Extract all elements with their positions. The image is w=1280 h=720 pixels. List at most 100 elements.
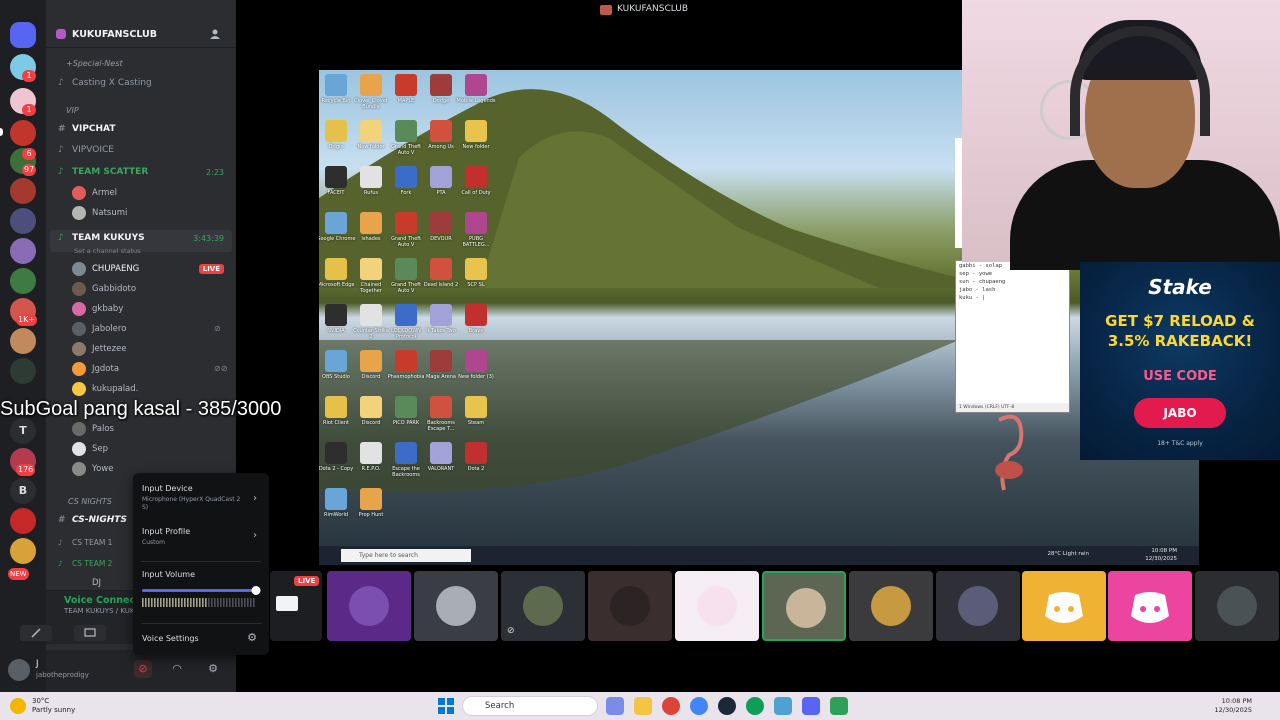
- desktop-app-icon[interactable]: [465, 258, 487, 280]
- participant-tile[interactable]: [849, 571, 933, 641]
- participant-tile[interactable]: [414, 571, 498, 641]
- desktop-app-icon[interactable]: [395, 212, 417, 234]
- desktop-app-icon[interactable]: [395, 304, 417, 326]
- participant-tile[interactable]: [1022, 571, 1106, 641]
- voice-user[interactable]: Armel: [92, 188, 117, 198]
- desktop-app-icon[interactable]: [325, 166, 347, 188]
- channel-team-kukuys[interactable]: ♪ TEAM KUKUYS: [58, 233, 145, 243]
- voice-settings-label[interactable]: Voice Settings: [142, 634, 199, 643]
- settings-gear-icon[interactable]: ⚙: [204, 660, 222, 678]
- chrome-icon[interactable]: [662, 697, 680, 715]
- desktop-app-icon[interactable]: [395, 74, 417, 96]
- desktop-app-icon[interactable]: [360, 488, 382, 510]
- desktop-app-icon[interactable]: [430, 212, 452, 234]
- desktop-app-icon[interactable]: [325, 212, 347, 234]
- desktop-app-icon[interactable]: [360, 74, 382, 96]
- desktop-app-icon[interactable]: [325, 396, 347, 418]
- channel-cs-nights[interactable]: # CS-NIGHTS: [58, 515, 127, 525]
- settings-gear-icon[interactable]: ⚙: [247, 631, 257, 644]
- participant-tile[interactable]: [327, 571, 411, 641]
- desktop-app-icon[interactable]: [325, 488, 347, 510]
- weather-widget[interactable]: 30°C Partly sunny: [32, 697, 75, 715]
- notepad-window[interactable]: gabbi - solap sep - yowe sun - chupaeng …: [955, 260, 1070, 413]
- server-icon[interactable]: [10, 238, 36, 264]
- shared-search-box[interactable]: Type here to search: [341, 549, 471, 562]
- user-display-name[interactable]: J: [36, 659, 39, 669]
- noise-suppression-button[interactable]: [20, 625, 52, 641]
- desktop-app-icon[interactable]: [465, 396, 487, 418]
- headset-button[interactable]: ◠: [168, 660, 186, 678]
- channel-team-scatter[interactable]: ♪ TEAM SCATTER: [58, 167, 148, 177]
- copilot-icon[interactable]: [606, 697, 624, 715]
- channel-vipvoice[interactable]: ♪ VIPVOICE: [58, 145, 114, 155]
- voice-user[interactable]: Jabolero: [92, 324, 126, 334]
- desktop-app-icon[interactable]: [465, 120, 487, 142]
- add-member-icon[interactable]: [210, 29, 222, 39]
- voice-user[interactable]: Palos: [92, 424, 114, 434]
- voice-user[interactable]: Jgdota: [92, 364, 119, 374]
- channel-cs-team2[interactable]: ♪ CS TEAM 2: [58, 559, 112, 568]
- desktop-app-icon[interactable]: [395, 166, 417, 188]
- steam-icon[interactable]: [718, 697, 736, 715]
- user-handle[interactable]: jabotheprodigy: [36, 671, 89, 679]
- desktop-app-icon[interactable]: [360, 258, 382, 280]
- notepad-icon[interactable]: [774, 697, 792, 715]
- voice-user[interactable]: Yowe: [92, 464, 113, 474]
- desktop-app-icon[interactable]: [325, 120, 347, 142]
- input-profile-label[interactable]: Input Profile: [142, 527, 190, 536]
- desktop-app-icon[interactable]: [360, 442, 382, 464]
- voice-user[interactable]: gkbaby: [92, 304, 123, 314]
- participant-tile[interactable]: [936, 571, 1020, 641]
- channel-casting[interactable]: ♪ Casting X Casting: [58, 78, 152, 88]
- server-header[interactable]: KUKUFANSCLUB: [46, 0, 236, 48]
- desktop-app-icon[interactable]: [360, 304, 382, 326]
- taskbar-clock[interactable]: 10:08 PM 12/30/2025: [1215, 697, 1252, 715]
- chevron-right-icon[interactable]: ›: [253, 530, 257, 541]
- desktop-app-icon[interactable]: [430, 74, 452, 96]
- server-icon[interactable]: [10, 328, 36, 354]
- desktop-app-icon[interactable]: [325, 350, 347, 372]
- desktop-app-icon[interactable]: [360, 120, 382, 142]
- desktop-app-icon[interactable]: [325, 442, 347, 464]
- participant-tile[interactable]: [1108, 571, 1192, 641]
- category-special-nest[interactable]: +Special-Nest: [66, 59, 123, 68]
- file-explorer-icon[interactable]: [634, 697, 652, 715]
- chrome-icon[interactable]: [746, 697, 764, 715]
- category-cs-nights[interactable]: CS NIGHTS: [68, 497, 112, 506]
- desktop-app-icon[interactable]: [360, 350, 382, 372]
- server-icon[interactable]: [10, 268, 36, 294]
- user-avatar[interactable]: [8, 659, 30, 681]
- desktop-app-icon[interactable]: [430, 442, 452, 464]
- participant-tile[interactable]: [762, 571, 846, 641]
- desktop-app-icon[interactable]: [465, 74, 487, 96]
- input-volume-slider[interactable]: [142, 584, 262, 610]
- voice-user[interactable]: CHUPAENG: [92, 264, 139, 274]
- participant-tile[interactable]: [1195, 571, 1279, 641]
- input-device-label[interactable]: Input Device: [142, 484, 193, 493]
- discord-home-icon[interactable]: [10, 22, 36, 48]
- desktop-app-icon[interactable]: [325, 258, 347, 280]
- desktop-app-icon[interactable]: [325, 74, 347, 96]
- desktop-app-icon[interactable]: [395, 396, 417, 418]
- server-icon[interactable]: [10, 120, 36, 146]
- desktop-app-icon[interactable]: [360, 396, 382, 418]
- server-icon[interactable]: [10, 508, 36, 534]
- server-icon[interactable]: [10, 208, 36, 234]
- desktop-app-icon[interactable]: [430, 120, 452, 142]
- chrome-icon[interactable]: [690, 697, 708, 715]
- desktop-app-icon[interactable]: [430, 304, 452, 326]
- desktop-app-icon[interactable]: [360, 166, 382, 188]
- desktop-app-icon[interactable]: [430, 258, 452, 280]
- desktop-app-icon[interactable]: [430, 396, 452, 418]
- chevron-right-icon[interactable]: ›: [253, 493, 257, 504]
- screen-share-button[interactable]: [74, 625, 106, 641]
- taskbar-search[interactable]: Search: [462, 696, 598, 716]
- desktop-app-icon[interactable]: [430, 350, 452, 372]
- server-icon[interactable]: [10, 358, 36, 384]
- desktop-app-icon[interactable]: [465, 212, 487, 234]
- channel-cs-team1[interactable]: ♪ CS TEAM 1: [58, 538, 112, 547]
- windows-start-icon[interactable]: [438, 698, 454, 714]
- mute-button[interactable]: ⊘: [134, 660, 152, 678]
- channel-status-prompt[interactable]: Set a channel status: [74, 247, 141, 255]
- voice-user[interactable]: kukupalad.: [92, 384, 138, 394]
